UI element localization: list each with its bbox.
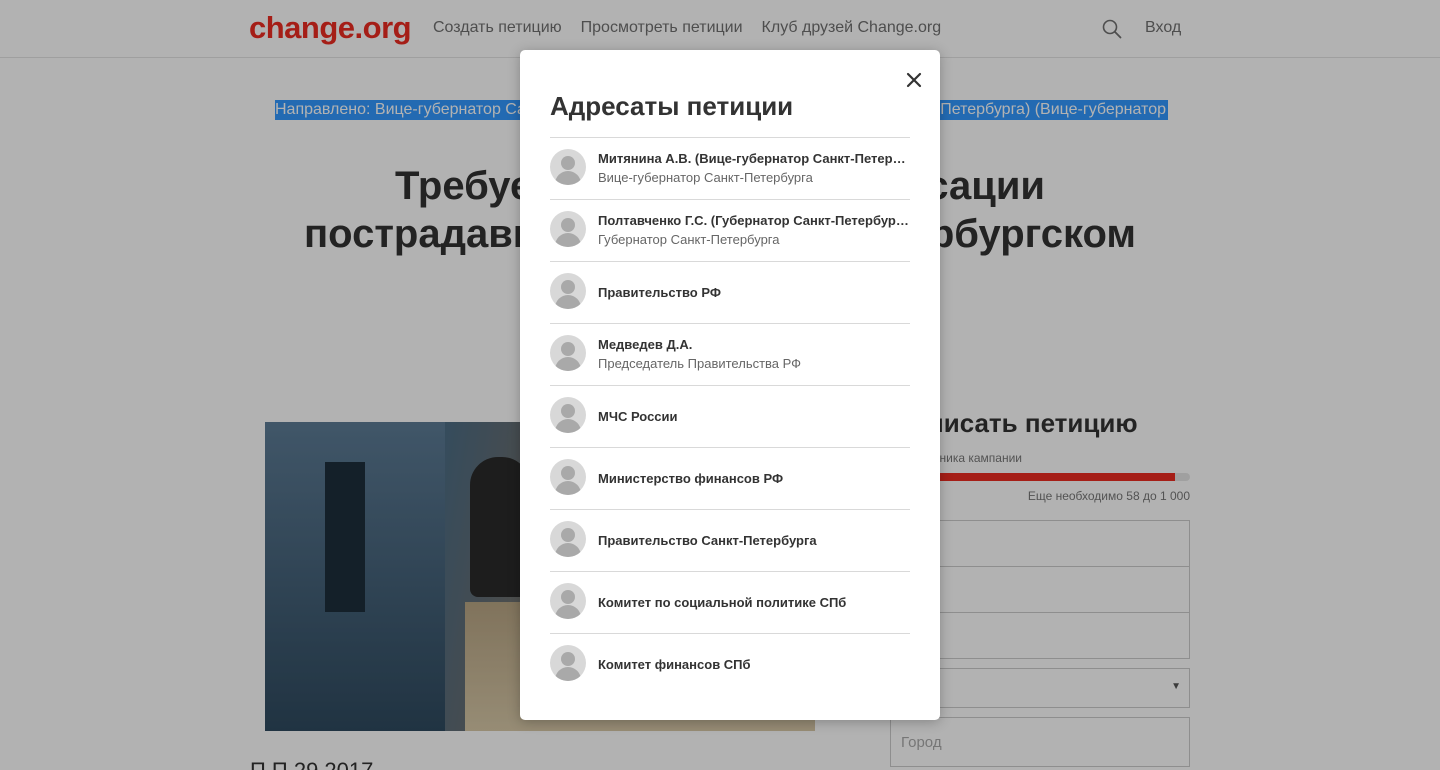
avatar-icon: [550, 273, 586, 309]
avatar-body: [555, 667, 581, 681]
recipient-item[interactable]: Комитет финансов СПб: [550, 634, 910, 696]
recipient-name: Митянина А.В. (Вице-губернатор Санкт-Пет…: [598, 151, 910, 166]
avatar-head: [561, 528, 575, 542]
recipient-item[interactable]: Полтавченко Г.С. (Губернатор Санкт-Петер…: [550, 200, 910, 262]
recipient-name: Министерство финансов РФ: [598, 470, 784, 486]
avatar-icon: [550, 211, 586, 247]
recipient-item[interactable]: Правительство РФ: [550, 262, 910, 324]
recipient-item[interactable]: Митянина А.В. (Вице-губернатор Санкт-Пет…: [550, 138, 910, 200]
recipient-info: МЧС России: [598, 386, 910, 447]
recipient-item[interactable]: Комитет по социальной политике СПб: [550, 572, 910, 634]
avatar-head: [561, 590, 575, 604]
avatar-body: [555, 543, 581, 557]
recipient-info: Полтавченко Г.С. (Губернатор Санкт-Петер…: [598, 200, 910, 261]
avatar-icon: [550, 459, 586, 495]
avatar-icon: [550, 583, 586, 619]
avatar-body: [555, 295, 581, 309]
recipient-info: Министерство финансов РФ: [598, 448, 910, 509]
recipients-list: Митянина А.В. (Вице-губернатор Санкт-Пет…: [550, 137, 910, 696]
recipient-name: МЧС России: [598, 408, 678, 424]
recipient-info: Комитет по социальной политике СПб: [598, 572, 910, 633]
avatar-icon: [550, 397, 586, 433]
avatar-body: [555, 357, 581, 371]
avatar-head: [561, 218, 575, 232]
recipient-info: Правительство РФ: [598, 262, 910, 323]
avatar-head: [561, 280, 575, 294]
recipient-name: Правительство Санкт-Петербурга: [598, 532, 817, 548]
recipient-item[interactable]: Правительство Санкт-Петербурга: [550, 510, 910, 572]
avatar-body: [555, 171, 581, 185]
avatar-body: [555, 419, 581, 433]
recipient-role: Председатель Правительства РФ: [598, 356, 802, 371]
avatar-body: [555, 481, 581, 495]
avatar-head: [561, 652, 575, 666]
avatar-body: [555, 605, 581, 619]
recipient-name: Полтавченко Г.С. (Губернатор Санкт-Петер…: [598, 213, 910, 228]
recipient-info: Медведев Д.А. Председатель Правительства …: [598, 324, 910, 385]
recipient-name: Комитет по социальной политике СПб: [598, 594, 847, 610]
avatar-head: [561, 404, 575, 418]
recipient-item[interactable]: МЧС России: [550, 386, 910, 448]
recipient-role: Вице-губернатор Санкт-Петербурга: [598, 170, 813, 185]
avatar-icon: [550, 521, 586, 557]
avatar-icon: [550, 645, 586, 681]
recipient-role: Губернатор Санкт-Петербурга: [598, 232, 780, 247]
recipients-modal: Адресаты петиции Митянина А.В. (Вице-губ…: [520, 50, 940, 720]
recipient-name: Комитет финансов СПб: [598, 656, 751, 672]
avatar-head: [561, 156, 575, 170]
recipient-info: Митянина А.В. (Вице-губернатор Санкт-Пет…: [598, 138, 910, 199]
modal-title: Адресаты петиции: [550, 91, 794, 121]
recipient-info: Комитет финансов СПб: [598, 634, 910, 695]
avatar-head: [561, 342, 575, 356]
recipient-item[interactable]: Министерство финансов РФ: [550, 448, 910, 510]
avatar-body: [555, 233, 581, 247]
avatar-icon: [550, 149, 586, 185]
close-icon[interactable]: [902, 68, 926, 92]
recipient-name: Медведев Д.А.: [598, 337, 693, 352]
recipient-info: Правительство Санкт-Петербурга: [598, 510, 910, 571]
recipient-name: Правительство РФ: [598, 284, 721, 300]
avatar-icon: [550, 335, 586, 371]
recipient-item[interactable]: Медведев Д.А. Председатель Правительства …: [550, 324, 910, 386]
avatar-head: [561, 466, 575, 480]
